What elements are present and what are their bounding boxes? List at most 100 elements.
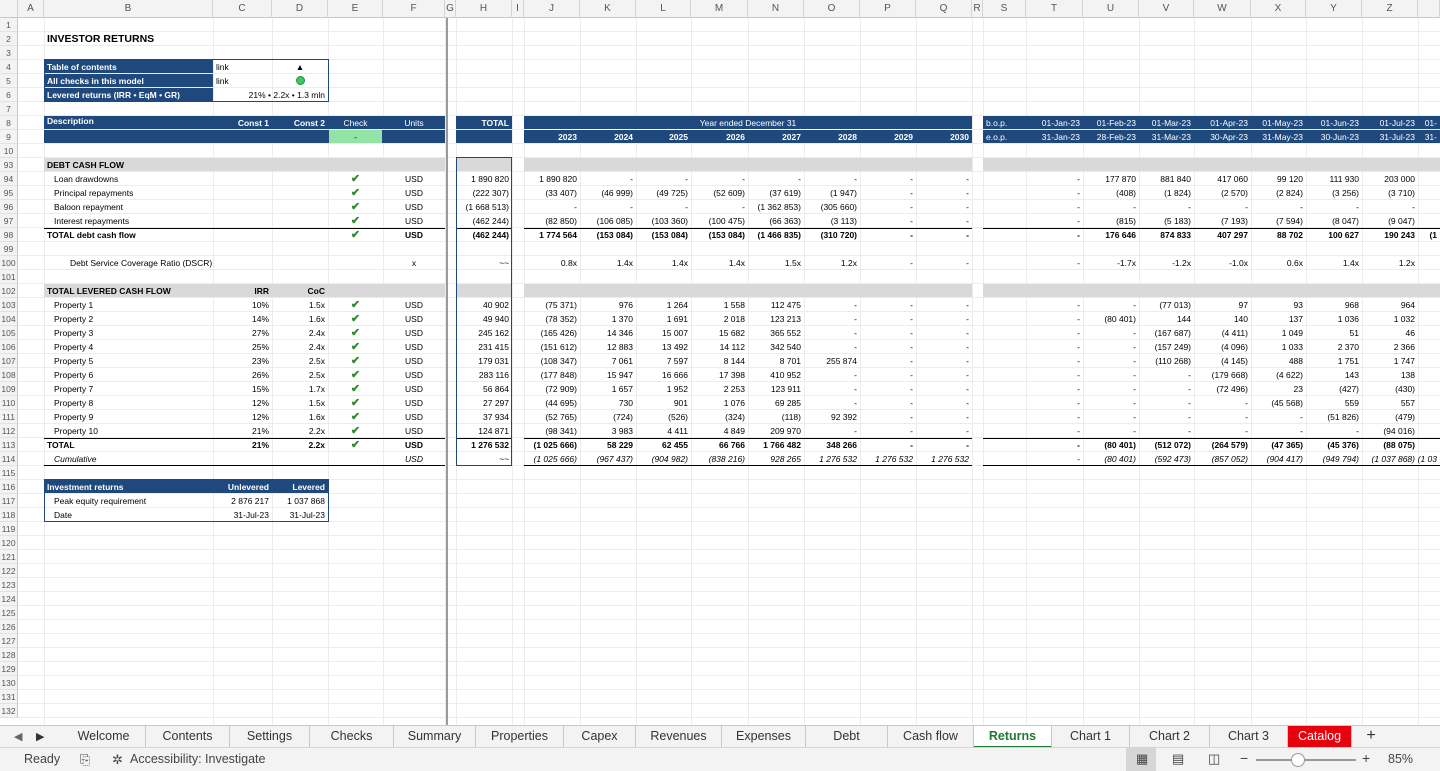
year-value[interactable]: 365 552 (748, 326, 804, 339)
tab-contents[interactable]: Contents (146, 726, 230, 748)
tab-capex[interactable]: Capex (564, 726, 636, 748)
header-year-2026[interactable]: 2026 (691, 130, 748, 143)
check-mark-icon[interactable]: ✔ (328, 326, 383, 339)
header-const1[interactable]: Const 1 (213, 116, 272, 129)
year-value[interactable]: (100 475) (691, 214, 748, 227)
year-value[interactable]: 4 849 (691, 424, 748, 437)
coc-value[interactable]: 1.6x (272, 312, 328, 325)
check-mark-icon[interactable]: ✔ (328, 298, 383, 311)
header-month-bop[interactable]: 01-Jul-23 (1362, 116, 1418, 129)
check-status-cell[interactable]: - (329, 130, 382, 143)
month-value[interactable] (1418, 172, 1440, 185)
dscr-month[interactable]: - (1026, 256, 1083, 269)
month-value[interactable]: 23 (1251, 382, 1306, 395)
column-header-y[interactable]: Y (1306, 0, 1362, 18)
month-value[interactable]: (512 072) (1139, 438, 1194, 451)
year-value[interactable]: (108 347) (524, 354, 580, 367)
check-mark-icon[interactable]: ✔ (328, 172, 383, 185)
debt-section-band-years[interactable] (524, 158, 972, 171)
year-value[interactable]: - (860, 186, 916, 199)
month-value[interactable]: 488 (1251, 354, 1306, 367)
year-value[interactable]: 112 475 (748, 298, 804, 311)
row-header-125[interactable]: 125 (0, 606, 18, 620)
dscr-month[interactable]: 1.2x (1362, 256, 1418, 269)
row-header-129[interactable]: 129 (0, 662, 18, 676)
row-header-4[interactable]: 4 (0, 60, 18, 74)
year-value[interactable]: (153 084) (691, 228, 748, 241)
month-value[interactable]: 190 243 (1362, 228, 1418, 241)
year-value[interactable]: 13 492 (636, 340, 691, 353)
units-value[interactable]: USD (383, 410, 445, 423)
month-value[interactable]: 88 702 (1251, 228, 1306, 241)
month-value[interactable]: 874 833 (1139, 228, 1194, 241)
month-value[interactable]: - (1026, 200, 1083, 213)
column-header-o[interactable]: O (804, 0, 860, 18)
month-value[interactable]: (80 401) (1083, 438, 1139, 451)
year-value[interactable]: (165 426) (524, 326, 580, 339)
check-mark-icon[interactable]: ✔ (328, 410, 383, 423)
header-description[interactable]: Description (44, 116, 213, 129)
dscr-month[interactable]: -1.0x (1194, 256, 1251, 269)
irr-value[interactable]: 10% (213, 298, 272, 311)
header-month-eop[interactable]: 31-Jan-23 (1026, 130, 1083, 143)
tab-welcome[interactable]: Welcome (62, 726, 146, 748)
row-header-3[interactable]: 3 (0, 46, 18, 60)
irr-value[interactable]: 12% (213, 396, 272, 409)
irr-value[interactable]: 21% (213, 424, 272, 437)
tab-catalog[interactable]: Catalog (1288, 726, 1352, 748)
year-value[interactable]: 92 392 (804, 410, 860, 423)
month-value[interactable]: 203 000 (1362, 172, 1418, 185)
month-value[interactable]: - (1139, 424, 1194, 437)
year-value[interactable]: 342 540 (748, 340, 804, 353)
row-header-119[interactable]: 119 (0, 522, 18, 536)
year-value[interactable]: (52 765) (524, 410, 580, 423)
row-header-108[interactable]: 108 (0, 368, 18, 382)
check-mark-icon[interactable]: ✔ (328, 312, 383, 325)
dscr-year[interactable]: 1.4x (636, 256, 691, 269)
check-mark-icon[interactable]: ✔ (328, 382, 383, 395)
column-header-m[interactable]: M (691, 0, 748, 18)
header-month-bop[interactable]: 01-Mar-23 (1139, 116, 1194, 129)
row-label[interactable]: Interest repayments (44, 214, 213, 227)
month-value[interactable]: (45 376) (1306, 438, 1362, 451)
column-header-q[interactable]: Q (916, 0, 972, 18)
month-value[interactable]: (427) (1306, 382, 1362, 395)
month-value[interactable]: - (1139, 200, 1194, 213)
month-value[interactable]: 111 930 (1306, 172, 1362, 185)
column-header-i[interactable]: I (512, 0, 524, 18)
year-value[interactable]: (1 362 853) (748, 200, 804, 213)
month-value[interactable]: - (1083, 354, 1139, 367)
year-value[interactable]: 209 970 (748, 424, 804, 437)
check-mark-icon[interactable]: ✔ (328, 396, 383, 409)
year-value[interactable]: - (860, 312, 916, 325)
month-value[interactable]: 138 (1362, 368, 1418, 381)
month-value[interactable]: 143 (1306, 368, 1362, 381)
year-value[interactable]: - (804, 368, 860, 381)
macro-recording-icon[interactable]: ⎘ (80, 752, 90, 768)
year-value[interactable]: 255 874 (804, 354, 860, 367)
row-label[interactable]: Cumulative (44, 452, 213, 465)
month-value[interactable]: 417 060 (1194, 172, 1251, 185)
month-value[interactable]: - (1026, 228, 1083, 241)
month-value[interactable]: 1 049 (1251, 326, 1306, 339)
year-value[interactable]: - (916, 382, 972, 395)
month-value[interactable]: (5 183) (1139, 214, 1194, 227)
month-value[interactable]: (88 075) (1362, 438, 1418, 451)
header-month-bop[interactable]: 01- (1418, 116, 1440, 129)
header-year-2027[interactable]: 2027 (748, 130, 804, 143)
column-header-e[interactable]: E (328, 0, 383, 18)
row-label[interactable]: Property 8 (44, 396, 213, 409)
year-value[interactable]: 16 666 (636, 368, 691, 381)
year-value[interactable]: 8 144 (691, 354, 748, 367)
check-mark-icon[interactable]: ✔ (328, 438, 383, 451)
month-value[interactable]: 140 (1194, 312, 1251, 325)
select-all-corner[interactable] (0, 0, 18, 18)
zoom-in-icon[interactable]: + (1362, 750, 1370, 766)
year-value[interactable]: - (860, 354, 916, 367)
year-value[interactable]: - (860, 228, 916, 241)
year-value[interactable]: 1 276 532 (860, 452, 916, 465)
units-value[interactable]: USD (383, 214, 445, 227)
year-value[interactable]: (44 695) (524, 396, 580, 409)
column-header-h[interactable]: H (456, 0, 512, 18)
month-value[interactable]: - (1026, 354, 1083, 367)
